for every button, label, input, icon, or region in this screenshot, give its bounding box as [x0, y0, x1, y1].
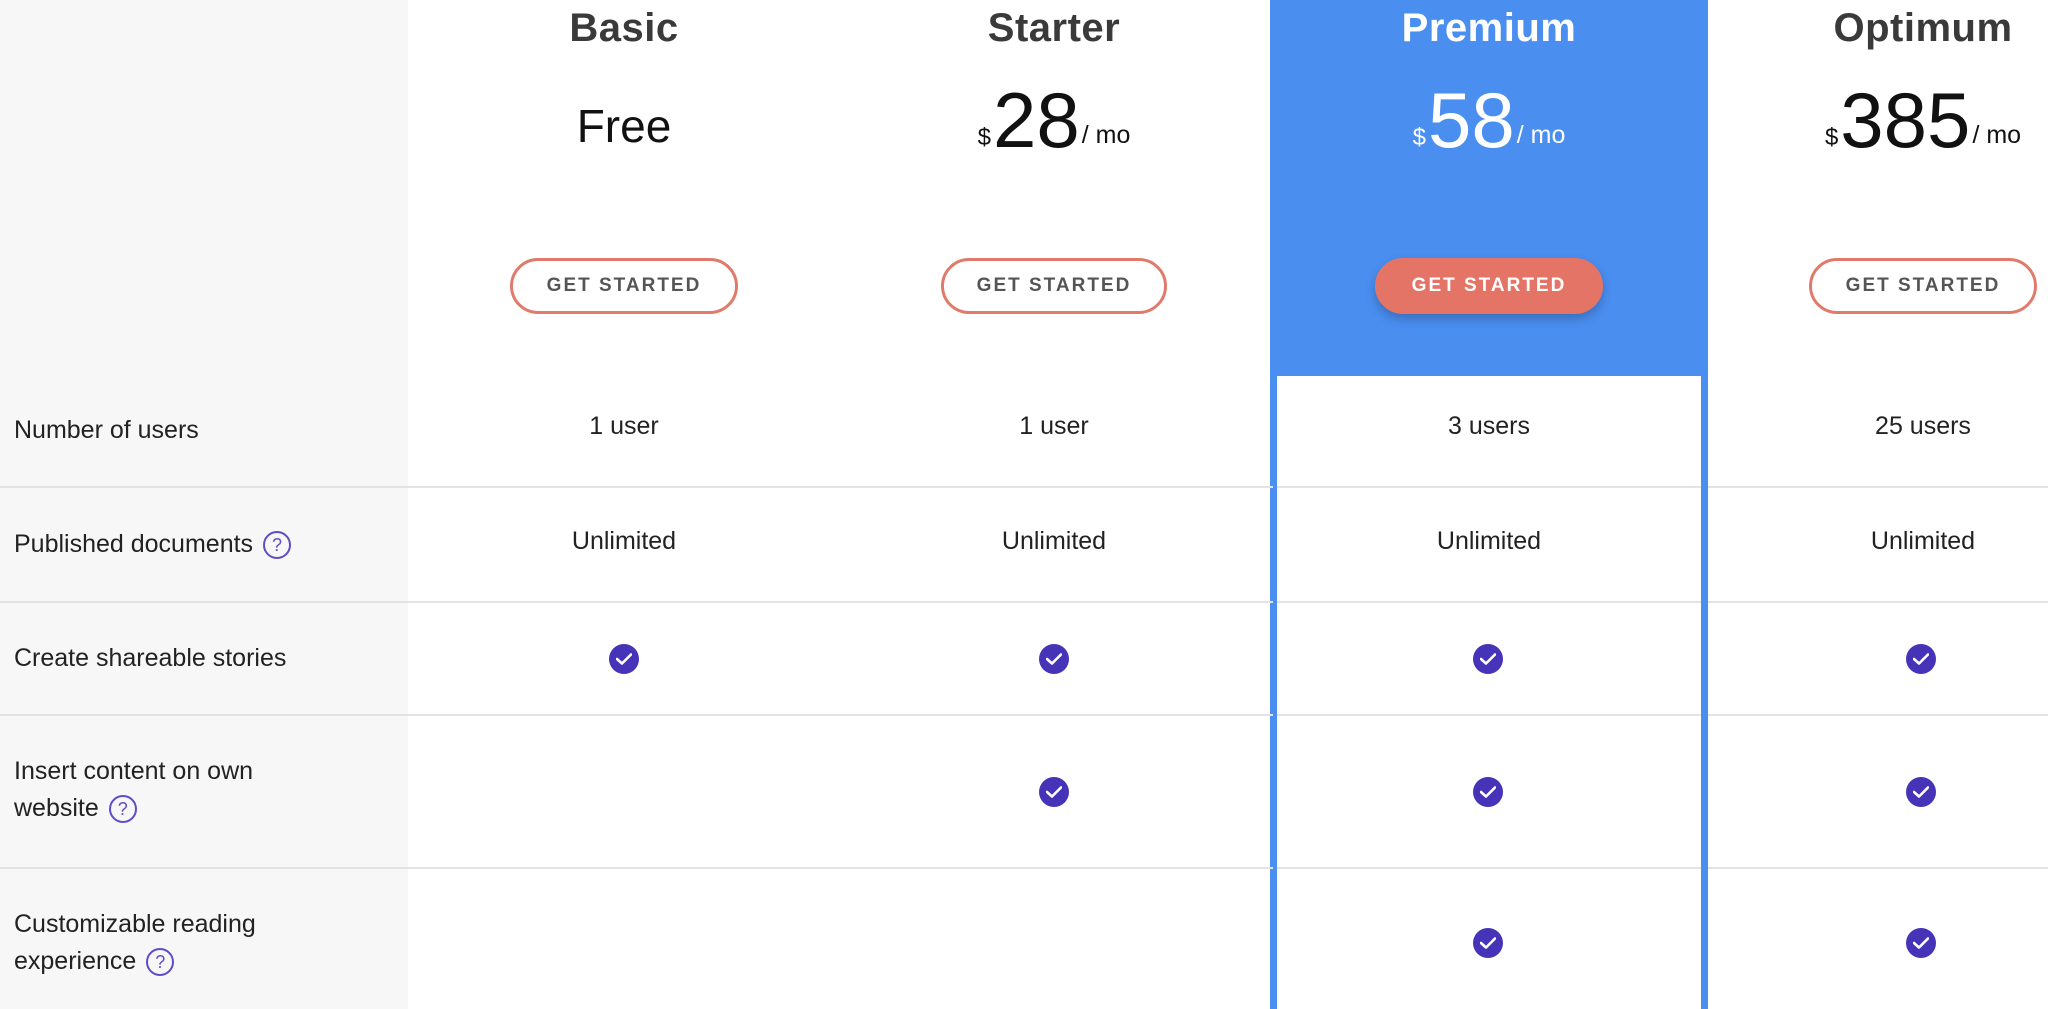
- price-amount: 28: [992, 76, 1080, 164]
- plan-name: Basic: [569, 6, 679, 50]
- feature-label-line: experience: [14, 947, 137, 975]
- feature-label-text: Published documents: [14, 530, 254, 558]
- feature-labels-column: [0, 0, 408, 1009]
- docs-basic: Unlimited: [571, 527, 677, 555]
- check-icon: [1906, 644, 1936, 674]
- check-icon: [1473, 777, 1503, 807]
- check-icon: [609, 644, 639, 674]
- docs-premium: Unlimited: [1436, 527, 1542, 555]
- row-divider: [1277, 714, 1701, 716]
- row-divider: [1277, 601, 1701, 603]
- users-basic: 1 user: [589, 412, 659, 440]
- row-divider: [1277, 486, 1701, 488]
- row-divider: [1708, 486, 2048, 488]
- plan-name: Starter: [987, 6, 1121, 50]
- price-currency: $: [977, 124, 991, 151]
- plan-optimum: Optimum $ 385 / mo GET STARTED: [1708, 0, 2048, 376]
- check-icon: [1039, 777, 1069, 807]
- row-divider: [0, 867, 1273, 869]
- row-divider: [0, 601, 1273, 603]
- price-amount: 385: [1840, 76, 1971, 164]
- premium-body: [1277, 376, 1701, 1009]
- users-optimum: 25 users: [1875, 412, 1971, 440]
- check-icon: [1039, 644, 1069, 674]
- check-icon: [1906, 928, 1936, 958]
- row-divider: [1708, 714, 2048, 716]
- plan-price: Free: [409, 80, 839, 160]
- feature-label-insert: Insert content on own website?: [14, 753, 253, 827]
- docs-starter: Unlimited: [1001, 527, 1107, 555]
- feature-label-line: Insert content on own: [14, 757, 254, 785]
- get-started-button[interactable]: GET STARTED: [1375, 258, 1603, 314]
- plan-name: Premium: [1401, 6, 1577, 50]
- price-free: Free: [576, 100, 672, 152]
- check-icon: [1473, 928, 1503, 958]
- get-started-button[interactable]: GET STARTED: [941, 258, 1167, 314]
- help-icon[interactable]: ?: [263, 531, 292, 560]
- plan-basic: Basic Free GET STARTED: [409, 0, 839, 376]
- users-premium: 3 users: [1448, 412, 1530, 440]
- row-divider: [1708, 601, 2048, 603]
- check-icon: [1906, 777, 1936, 807]
- price-amount: 58: [1427, 76, 1515, 164]
- price-currency: $: [1824, 124, 1839, 151]
- price-period: / mo: [1081, 121, 1131, 149]
- plan-name: Optimum: [1833, 6, 2013, 50]
- plan-price: $ 58 / mo: [1274, 80, 1704, 160]
- plan-premium: Premium $ 58 / mo GET STARTED: [1274, 0, 1704, 376]
- check-icon: [1473, 644, 1503, 674]
- row-divider: [1277, 867, 1701, 869]
- feature-label-line: Customizable reading: [14, 910, 256, 938]
- get-started-button[interactable]: GET STARTED: [510, 258, 738, 314]
- plan-price: $ 28 / mo: [839, 80, 1269, 160]
- feature-label-users: Number of users: [14, 416, 199, 444]
- feature-label-reading: Customizable reading experience?: [14, 906, 256, 980]
- row-divider: [0, 486, 1273, 488]
- help-icon[interactable]: ?: [108, 795, 137, 824]
- plan-price: $ 385 / mo: [1708, 80, 2048, 160]
- help-icon[interactable]: ?: [146, 948, 175, 977]
- get-started-button[interactable]: GET STARTED: [1809, 258, 2037, 314]
- row-divider: [0, 714, 1273, 716]
- plan-starter: Starter $ 28 / mo GET STARTED: [839, 0, 1269, 376]
- row-divider: [1708, 867, 2048, 869]
- price-period: / mo: [1516, 121, 1566, 149]
- feature-label-line: website: [14, 794, 99, 822]
- price-period: / mo: [1972, 121, 2022, 149]
- users-starter: 1 user: [1019, 412, 1089, 440]
- price-currency: $: [1412, 124, 1426, 151]
- feature-label-stories: Create shareable stories: [14, 644, 287, 672]
- docs-optimum: Unlimited: [1870, 527, 1976, 555]
- feature-label-documents: Published documents?: [14, 526, 292, 563]
